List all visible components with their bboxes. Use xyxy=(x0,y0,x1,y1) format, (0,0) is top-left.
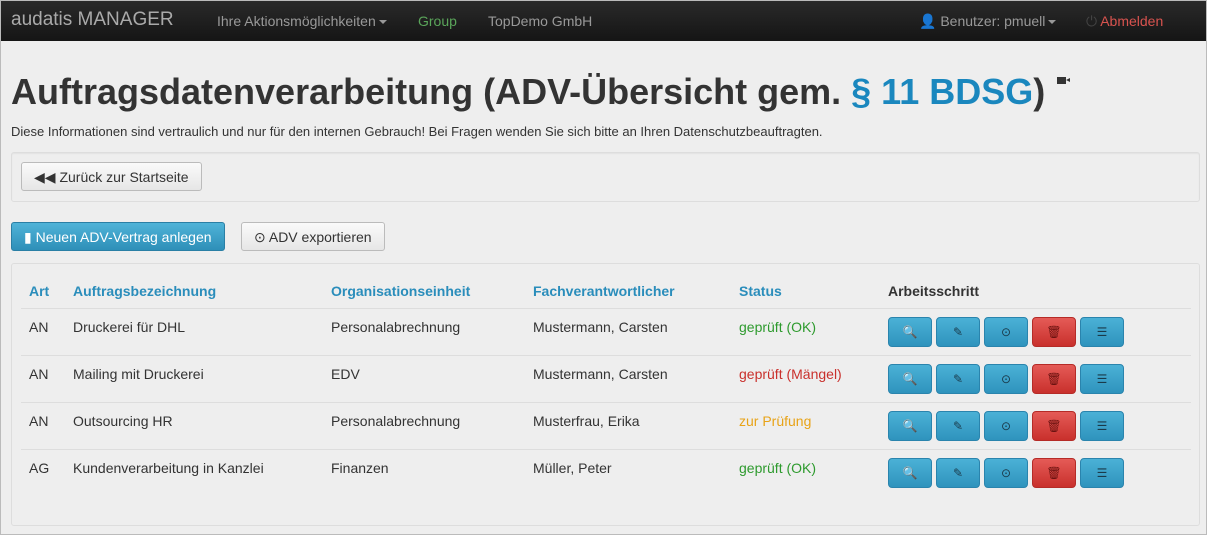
column-header[interactable]: Fachverantwortlicher xyxy=(533,283,675,299)
cell-name: Mailing mit Druckerei xyxy=(73,366,204,382)
title-text-end: ) xyxy=(1033,71,1046,112)
navbar: audatis MANAGER Ihre Aktionsmöglichkeite… xyxy=(1,1,1206,41)
user-icon: 👤 xyxy=(919,13,937,29)
list-icon: ☰ xyxy=(1096,325,1108,339)
video-icon[interactable] xyxy=(1057,77,1071,84)
search-icon: 🔍 xyxy=(902,466,918,480)
file-icon: ▮ xyxy=(24,229,32,245)
actions-menu[interactable]: Ihre Aktionsmöglichkeiten xyxy=(217,13,387,29)
nav-group[interactable]: Group xyxy=(418,13,457,29)
edit-button[interactable]: ✎ xyxy=(936,411,980,441)
details-button[interactable]: ☰ xyxy=(1080,364,1124,394)
download-button[interactable]: ⊙ xyxy=(984,411,1028,441)
caret-down-icon xyxy=(378,20,387,25)
search-icon: 🔍 xyxy=(902,372,918,386)
page-subtitle: Diese Informationen sind vertraulich und… xyxy=(11,124,823,139)
list-icon: ☰ xyxy=(1096,466,1108,480)
logout-label: Abmelden xyxy=(1100,13,1164,29)
brand-logo[interactable]: audatis MANAGER xyxy=(11,9,174,31)
backward-icon: ◀◀ xyxy=(34,169,56,185)
search-icon: 🔍 xyxy=(902,325,918,339)
cell-name: Kundenverarbeitung in Kanzlei xyxy=(73,460,264,476)
edit-icon: ✎ xyxy=(952,372,964,386)
export-label: ADV exportieren xyxy=(268,229,372,245)
cell-art: AN xyxy=(29,366,49,382)
cell-name: Outsourcing HR xyxy=(73,413,173,429)
download-icon: ⊙ xyxy=(1000,372,1012,386)
cell-art: AN xyxy=(29,413,49,429)
edit-button[interactable]: ✎ xyxy=(936,364,980,394)
cell-owner: Mustermann, Carsten xyxy=(533,319,668,335)
download-circle-icon: ⊙ xyxy=(254,229,266,245)
new-adv-button[interactable]: ▮ Neuen ADV-Vertrag anlegen xyxy=(11,222,225,251)
column-header[interactable]: Art xyxy=(29,283,49,299)
download-icon: ⊙ xyxy=(1000,419,1012,433)
search-icon: 🔍 xyxy=(902,419,918,433)
cell-art: AN xyxy=(29,319,49,335)
details-button[interactable]: ☰ xyxy=(1080,411,1124,441)
edit-button[interactable]: ✎ xyxy=(936,317,980,347)
cell-status: geprüft (OK) xyxy=(739,319,817,335)
title-text: Auftragsdatenverarbeitung (ADV-Übersicht… xyxy=(11,71,852,112)
cell-status: geprüft (Mängel) xyxy=(739,366,842,382)
cell-org: Personalabrechnung xyxy=(331,319,461,335)
divider xyxy=(21,449,1191,450)
edit-icon: ✎ xyxy=(952,419,964,433)
delete-button[interactable]: 🗑 xyxy=(1032,364,1076,394)
divider xyxy=(21,402,1191,403)
divider xyxy=(21,355,1191,356)
trash-icon: 🗑 xyxy=(1046,419,1062,433)
caret-down-icon xyxy=(1048,20,1057,25)
delete-button[interactable]: 🗑 xyxy=(1032,458,1076,488)
cell-art: AG xyxy=(29,460,50,476)
cell-owner: Müller, Peter xyxy=(533,460,612,476)
cell-org: Finanzen xyxy=(331,460,389,476)
cell-owner: Musterfrau, Erika xyxy=(533,413,640,429)
details-button[interactable]: ☰ xyxy=(1080,317,1124,347)
edit-icon: ✎ xyxy=(952,466,964,480)
cell-status: geprüft (OK) xyxy=(739,460,817,476)
cell-org: EDV xyxy=(331,366,360,382)
trash-icon: 🗑 xyxy=(1046,325,1062,339)
user-menu[interactable]: 👤 Benutzer: pmuell xyxy=(919,13,1057,30)
column-header: Arbeitsschritt xyxy=(888,283,980,299)
view-button[interactable]: 🔍 xyxy=(888,458,932,488)
download-button[interactable]: ⊙ xyxy=(984,364,1028,394)
delete-button[interactable]: 🗑 xyxy=(1032,317,1076,347)
back-label: Zurück zur Startseite xyxy=(59,169,189,185)
logout-link[interactable]: ⏻ Abmelden xyxy=(1086,13,1163,30)
power-icon: ⏻ xyxy=(1086,13,1098,29)
title-highlight: § 11 BDSG xyxy=(851,71,1034,112)
details-button[interactable]: ☰ xyxy=(1080,458,1124,488)
column-header[interactable]: Auftragsbezeichnung xyxy=(73,283,216,299)
cell-status: zur Prüfung xyxy=(739,413,812,429)
user-menu-label: Benutzer: pmuell xyxy=(940,13,1046,29)
nav-company[interactable]: TopDemo GmbH xyxy=(488,13,592,29)
edit-button[interactable]: ✎ xyxy=(936,458,980,488)
column-header[interactable]: Status xyxy=(739,283,782,299)
download-button[interactable]: ⊙ xyxy=(984,458,1028,488)
new-label: Neuen ADV-Vertrag anlegen xyxy=(35,229,212,245)
actions-menu-label: Ihre Aktionsmöglichkeiten xyxy=(217,13,376,29)
column-header[interactable]: Organisationseinheit xyxy=(331,283,470,299)
view-button[interactable]: 🔍 xyxy=(888,317,932,347)
cell-org: Personalabrechnung xyxy=(331,413,461,429)
download-button[interactable]: ⊙ xyxy=(984,317,1028,347)
trash-icon: 🗑 xyxy=(1046,372,1062,386)
view-button[interactable]: 🔍 xyxy=(888,364,932,394)
list-icon: ☰ xyxy=(1096,372,1108,386)
cell-owner: Mustermann, Carsten xyxy=(533,366,668,382)
list-icon: ☰ xyxy=(1096,419,1108,433)
view-button[interactable]: 🔍 xyxy=(888,411,932,441)
download-icon: ⊙ xyxy=(1000,325,1012,339)
back-button[interactable]: ◀◀ Zurück zur Startseite xyxy=(21,162,202,191)
trash-icon: 🗑 xyxy=(1046,466,1062,480)
cell-name: Druckerei für DHL xyxy=(73,319,186,335)
delete-button[interactable]: 🗑 xyxy=(1032,411,1076,441)
divider xyxy=(21,308,1191,309)
edit-icon: ✎ xyxy=(952,325,964,339)
download-icon: ⊙ xyxy=(1000,466,1012,480)
page-title: Auftragsdatenverarbeitung (ADV-Übersicht… xyxy=(11,71,1071,113)
export-button[interactable]: ⊙ ADV exportieren xyxy=(241,222,385,251)
